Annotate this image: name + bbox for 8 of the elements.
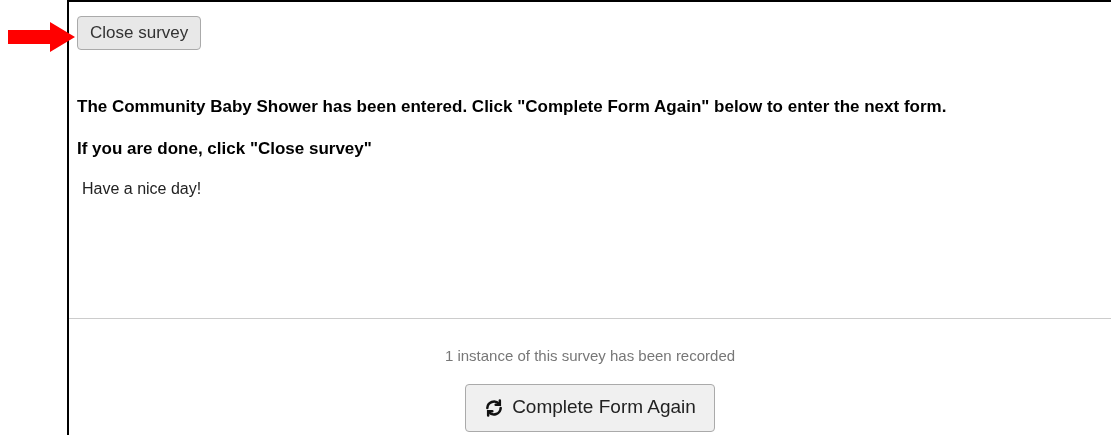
message-text: The Community Baby Shower has been entered. Click "Complete Form Again" below to enter the next form.	[77, 96, 948, 118]
status-text: 1 instance of this survey has been recorded	[444, 346, 736, 366]
refresh-icon	[484, 397, 505, 418]
note-text: Have a nice day!	[82, 179, 203, 199]
close-survey-button[interactable]: Close survey	[77, 16, 202, 50]
message-text: If you are done, click "Close survey"	[77, 137, 373, 160]
arrow-icon	[8, 22, 75, 52]
complete-form-again-button[interactable]: Complete Form Again	[465, 383, 715, 432]
